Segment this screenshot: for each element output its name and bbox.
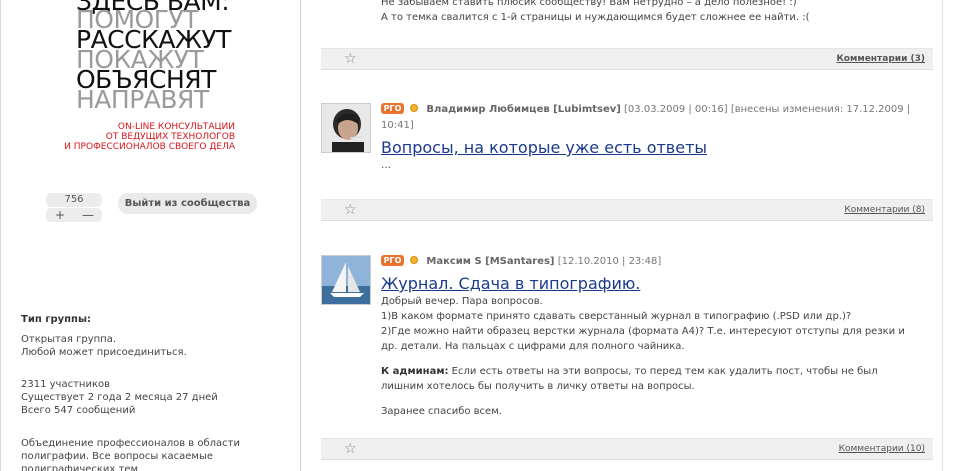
post-text-line: 1)В каком формате принято сдавать сверст… [381, 311, 852, 322]
promo-subline: ON-LINE КОНСУЛЬТАЦИИ [117, 122, 235, 132]
avatar-image [322, 104, 370, 152]
leave-community-button[interactable]: Выйти из сообщества [118, 193, 257, 214]
comments-link[interactable]: Комментарии (10) [839, 444, 925, 454]
post-header: PГO Владимир Любимцев [Lubimtsev] [03.03… [381, 102, 933, 118]
author-avatar[interactable] [321, 103, 371, 153]
avatar-image [322, 256, 370, 304]
minus-button[interactable]: — [74, 208, 102, 222]
post-excerpt: … [381, 160, 391, 171]
online-status-icon [410, 104, 419, 112]
post-header: PГO Максим S [MSantares] [12.10.2010 | 2… [381, 254, 933, 270]
post-text-line: Добрый вечер. Пара вопросов. [381, 296, 543, 307]
group-type-heading: Тип группы: [21, 314, 91, 325]
group-type-section: Тип группы: [21, 313, 261, 326]
group-type-line: Открытая группа. [21, 334, 117, 345]
star-icon[interactable]: ☆ [344, 441, 357, 457]
rating-controls: + — [46, 208, 102, 222]
post-date: [12.10.2010 | 23:48] [557, 256, 662, 267]
rating-count: 756 [46, 193, 102, 207]
plus-button[interactable]: + [46, 208, 74, 222]
scrollbar-track[interactable] [942, 0, 954, 471]
group-type-info: Открытая группа. Любой может присоединит… [21, 333, 261, 359]
group-stats: 2311 участников Существует 2 года 2 меся… [21, 378, 261, 417]
pro-badge: PГO [381, 103, 404, 114]
admin-text: Если есть ответы на эти вопросы, то пере… [448, 366, 878, 377]
description-line: полиграфических тем [21, 464, 139, 471]
post-title-link[interactable]: Журнал. Сдача в типографию. [381, 274, 640, 294]
description-line: Объединение профессионалов в области [21, 438, 240, 449]
post-date: [03.03.2009 | 00:16] [624, 104, 728, 115]
member-count: 2311 участников [21, 379, 110, 390]
post-text-line: др. детали. На пальцах с цифрами для пол… [381, 341, 685, 352]
admin-text-line: лишним хотелось бы получить в личку отве… [381, 381, 695, 392]
admin-label: К админам: [381, 366, 449, 377]
star-icon[interactable]: ☆ [344, 51, 357, 67]
author-link[interactable]: Максим S [MSantares] [426, 256, 554, 267]
comments-link[interactable]: Комментарии (3) [836, 54, 925, 64]
post-thanks: Заранее спасибо всем. [381, 406, 502, 417]
message-count: Всего 547 сообщений [21, 405, 136, 416]
main-feed: Не забываем ставить плюсик сообществу! В… [301, 0, 954, 471]
post-text-line: 2)Где можно найти образец верстки журнал… [381, 326, 905, 337]
sidebar: ЗДЕСЬ ВАМ: ПОМОГУТ РАССКАЖУТ ПОКАЖУТ ОБЪ… [0, 0, 301, 471]
post-text-line: Не забываем ставить плюсик сообществу! В… [381, 0, 797, 8]
description-line: полиграфии. Все вопросы касаемые [21, 451, 213, 462]
post-edited: [внесены изменения: 17.12.2009 | [730, 104, 911, 115]
admin-note: К админам: Если есть ответы на эти вопро… [381, 364, 933, 379]
group-description: Объединение профессионалов в области пол… [21, 437, 261, 471]
post-action-bar: ☆ Комментарии (8) [321, 199, 933, 221]
pro-badge: PГO [381, 255, 404, 266]
post-action-bar: ☆ Комментарии (3) [321, 48, 933, 70]
promo-line: НАПРАВЯТ [76, 85, 209, 114]
group-type-line: Любой может присоединиться. [21, 347, 187, 358]
author-avatar[interactable] [321, 255, 371, 305]
online-status-icon [410, 256, 419, 264]
post-action-bar: ☆ Комментарии (10) [321, 438, 933, 460]
author-link[interactable]: Владимир Любимцев [Lubimtsev] [426, 104, 620, 115]
promo-subline: И ПРОФЕССИОНАЛОВ СВОЕГО ДЕЛА [64, 142, 235, 152]
post-text-line: А то темка свалится с 1-й страницы и нуж… [381, 12, 810, 23]
post-edited-time: 10:41] [381, 120, 414, 131]
post-title-link[interactable]: Вопросы, на которые уже есть ответы [381, 138, 707, 158]
comments-link[interactable]: Комментарии (8) [844, 205, 925, 215]
promo-subline: ОТ ВЕДУЩИХ ТЕХНОЛОГОВ [105, 132, 235, 142]
group-age: Существует 2 года 2 месяца 27 дней [21, 392, 218, 403]
star-icon[interactable]: ☆ [344, 202, 357, 218]
